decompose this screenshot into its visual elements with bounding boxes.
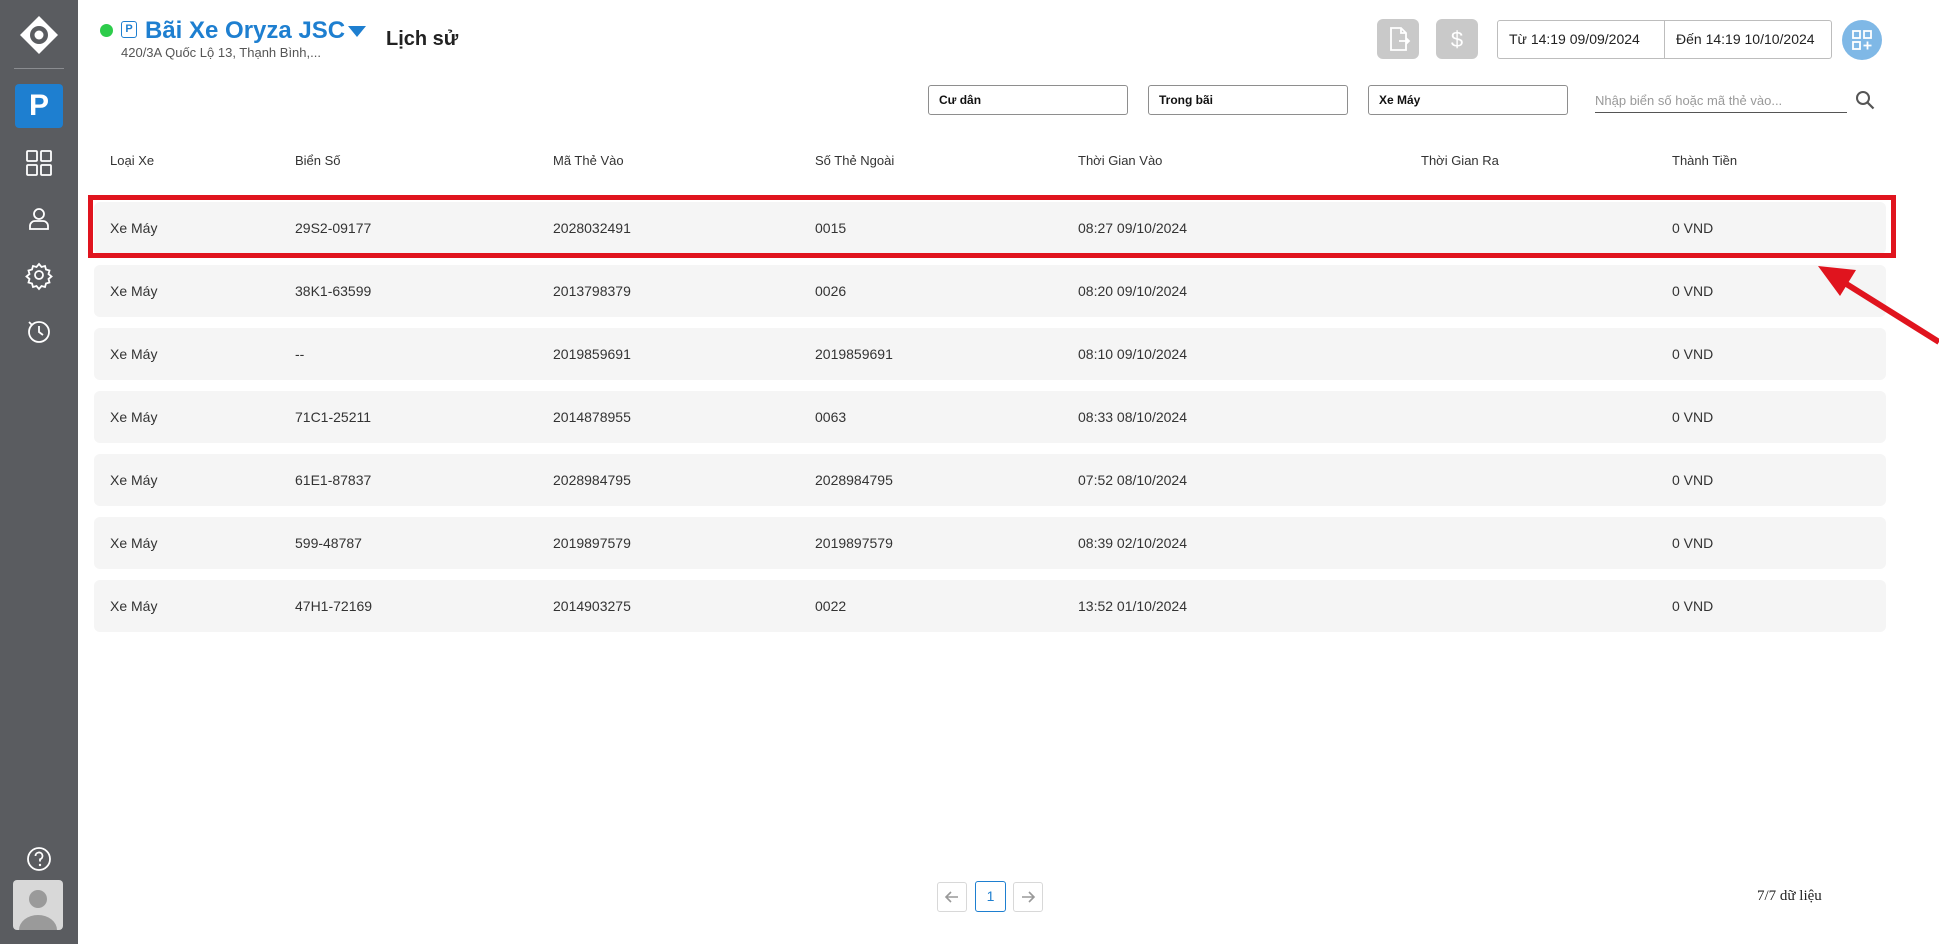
cell-card-in: 2013798379 [553, 283, 631, 299]
sidebar-divider [14, 68, 64, 69]
svg-text:$: $ [1451, 27, 1463, 52]
lot-name[interactable]: Bãi Xe Oryza JSC [145, 17, 345, 45]
column-time-in[interactable]: Thời Gian Vào [1078, 153, 1162, 168]
column-amount[interactable]: Thành Tiền [1672, 153, 1737, 168]
table-row[interactable]: Xe Máy -- 2019859691 2019859691 08:10 09… [94, 328, 1886, 380]
dollar-icon: $ [1451, 27, 1463, 52]
column-external-card[interactable]: Số Thẻ Ngoài [815, 153, 894, 168]
resident-filter[interactable]: Cư dân [928, 85, 1128, 115]
lot-address: 420/3A Quốc Lộ 13, Thạnh Bình,... [121, 45, 321, 60]
page-button-current[interactable]: 1 [975, 881, 1006, 912]
cell-card-in: 2019897579 [553, 535, 631, 551]
date-range-picker[interactable]: Từ 14:19 09/09/2024 Đến 14:19 10/10/2024 [1497, 20, 1832, 59]
cell-vehicle-type: Xe Máy [110, 535, 158, 551]
export-button[interactable] [1377, 19, 1419, 59]
cell-time-in: 07:52 08/10/2024 [1078, 472, 1187, 488]
cell-plate: 71C1-25211 [295, 409, 372, 425]
arrow-right-icon [1022, 891, 1036, 903]
cell-external-card: 2019859691 [815, 346, 893, 362]
search-input[interactable] [1595, 88, 1847, 113]
help-icon[interactable] [25, 845, 53, 873]
cell-amount: 0 VND [1672, 409, 1714, 425]
prev-page-button[interactable] [937, 882, 967, 912]
cell-amount: 0 VND [1672, 472, 1714, 488]
cell-card-in: 2014903275 [553, 598, 631, 614]
page-title: Lịch sử [386, 28, 459, 50]
cell-amount: 0 VND [1672, 535, 1714, 551]
next-page-button[interactable] [1013, 882, 1043, 912]
parking-badge-icon: P [121, 21, 137, 38]
cell-external-card: 2028984795 [815, 472, 893, 488]
grid-icon[interactable] [23, 147, 55, 179]
cell-card-in: 2019859691 [553, 346, 631, 362]
cell-plate: 47H1-72169 [295, 598, 373, 614]
user-icon[interactable] [23, 203, 55, 235]
search-icon[interactable] [1854, 89, 1876, 111]
cell-vehicle-type: Xe Máy [110, 283, 158, 299]
date-to[interactable]: Đến 14:19 10/10/2024 [1664, 21, 1831, 58]
cell-amount: 0 VND [1672, 346, 1714, 362]
cell-time-in: 08:20 09/10/2024 [1078, 283, 1187, 299]
gear-icon[interactable] [23, 259, 55, 291]
avatar-person-icon [19, 890, 57, 930]
table-row[interactable]: Xe Máy 61E1-87837 2028984795 2028984795 … [94, 454, 1886, 506]
cell-plate: 61E1-87837 [295, 472, 372, 488]
annotation-arrow-icon [1818, 266, 1939, 345]
history-icon[interactable] [23, 315, 55, 347]
cell-external-card: 0022 [815, 598, 847, 614]
table-row[interactable]: Xe Máy 71C1-25211 2014878955 0063 08:33 … [94, 391, 1886, 443]
cell-vehicle-type: Xe Máy [110, 346, 158, 362]
cell-vehicle-type: Xe Máy [110, 409, 158, 425]
cell-amount: 0 VND [1672, 598, 1714, 614]
add-entry-button[interactable] [1842, 20, 1882, 60]
app-logo-icon[interactable] [19, 15, 59, 55]
sidebar-item-parking[interactable]: P [15, 84, 63, 128]
cell-time-in: 08:39 02/10/2024 [1078, 535, 1187, 551]
arrow-left-icon [944, 891, 958, 903]
location-filter[interactable]: Trong bãi [1148, 85, 1348, 115]
cell-time-in: 13:52 01/10/2024 [1078, 598, 1187, 614]
cell-time-in: 08:33 08/10/2024 [1078, 409, 1187, 425]
fee-button[interactable]: $ [1436, 19, 1478, 59]
online-status-dot [100, 24, 113, 37]
chevron-down-icon[interactable] [348, 26, 366, 37]
table-row[interactable]: Xe Máy 38K1-63599 2013798379 0026 08:20 … [94, 265, 1886, 317]
column-time-out[interactable]: Thời Gian Ra [1421, 153, 1499, 168]
cell-card-in: 2014878955 [553, 409, 631, 425]
cell-external-card: 2019897579 [815, 535, 893, 551]
cell-vehicle-type: Xe Máy [110, 472, 158, 488]
highlight-box [88, 195, 1896, 258]
column-vehicle-type[interactable]: Loại Xe [110, 153, 154, 168]
table-row[interactable]: Xe Máy 599-48787 2019897579 2019897579 0… [94, 517, 1886, 569]
cell-plate: 599-48787 [295, 535, 362, 551]
cell-external-card: 0026 [815, 283, 847, 299]
qr-add-icon [1852, 30, 1872, 50]
cell-time-in: 08:10 09/10/2024 [1078, 346, 1187, 362]
table-row[interactable]: Xe Máy 47H1-72169 2014903275 0022 13:52 … [94, 580, 1886, 632]
column-card-in[interactable]: Mã Thẻ Vào [553, 153, 624, 168]
vehicle-filter[interactable]: Xe Máy [1368, 85, 1568, 115]
record-count: 7/7 dữ liệu [1757, 888, 1822, 904]
export-file-icon [1390, 27, 1411, 51]
sidebar: P [0, 0, 78, 944]
cell-plate: 38K1-63599 [295, 283, 372, 299]
cell-vehicle-type: Xe Máy [110, 598, 158, 614]
table-header: Loại Xe Biển Số Mã Thẻ Vào Số Thẻ Ngoài … [94, 153, 1886, 173]
cell-card-in: 2028984795 [553, 472, 631, 488]
cell-plate: -- [295, 346, 305, 362]
column-plate[interactable]: Biển Số [295, 153, 341, 168]
date-from[interactable]: Từ 14:19 09/09/2024 [1498, 21, 1664, 58]
cell-external-card: 0063 [815, 409, 847, 425]
cell-amount: 0 VND [1672, 283, 1714, 299]
avatar[interactable] [13, 880, 63, 930]
